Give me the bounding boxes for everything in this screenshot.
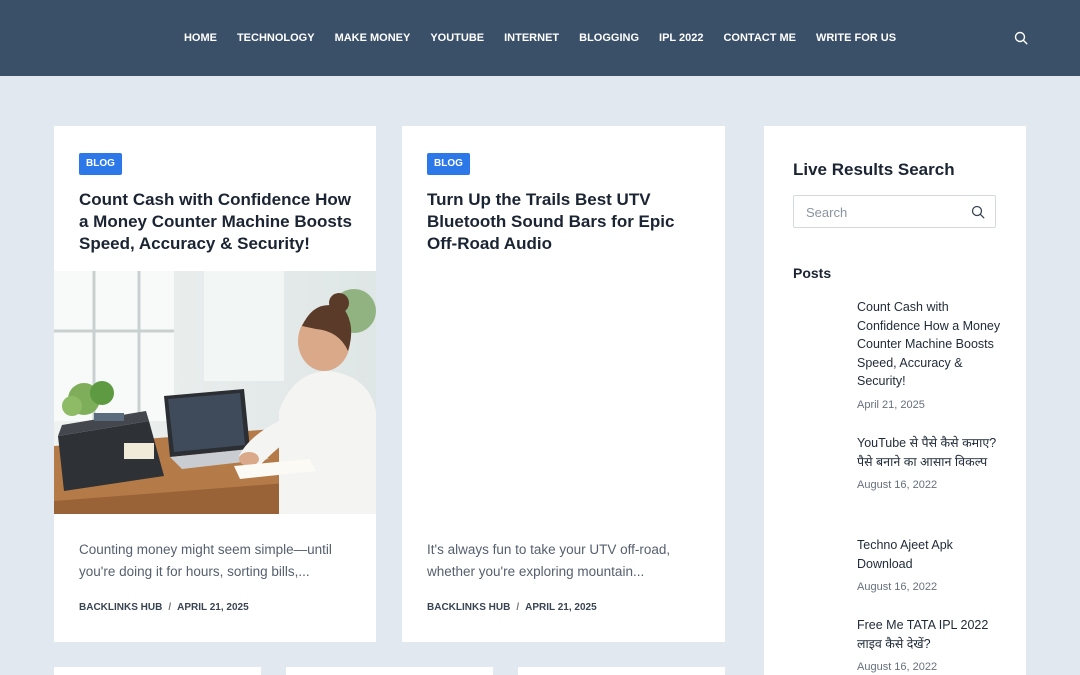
post-featured-image[interactable] [54, 271, 376, 514]
recent-post-date: August 16, 2022 [857, 479, 938, 491]
post-author[interactable]: BACKLINKS HUB [427, 602, 510, 613]
recent-post-title[interactable]: YouTube से पैसे कैसे कमाए? पैसे बनाने का… [857, 434, 1007, 471]
nav-item-internet[interactable]: INTERNET [504, 32, 559, 44]
nav-item-ipl-2022[interactable]: IPL 2022 [659, 32, 703, 44]
meta-separator: / [168, 602, 172, 613]
posts-heading: Posts [793, 265, 832, 281]
nav-item-technology[interactable]: TECHNOLOGY [237, 32, 315, 44]
post-card-peek [54, 667, 261, 675]
category-badge[interactable]: BLOG [427, 153, 470, 175]
nav-item-blogging[interactable]: BLOGGING [579, 32, 639, 44]
post-card: BLOG Count Cash with Confidence How a Mo… [54, 126, 376, 642]
search-icon[interactable] [1014, 31, 1028, 45]
nav-item-make-money[interactable]: MAKE MONEY [335, 32, 411, 44]
category-badge[interactable]: BLOG [79, 153, 122, 175]
list-item: YouTube से पैसे कैसे कमाए? पैसे बनाने का… [857, 434, 1007, 491]
post-card-peek [518, 667, 725, 675]
post-date: APRIL 21, 2025 [525, 602, 597, 613]
nav-item-home[interactable]: HOME [184, 32, 217, 44]
sidebar-search-box [793, 195, 996, 228]
post-author[interactable]: BACKLINKS HUB [79, 602, 162, 613]
search-input[interactable] [806, 203, 966, 221]
list-item: Free Me TATA IPL 2022 लाइव कैसे देखें? A… [857, 616, 1007, 673]
search-icon[interactable] [971, 205, 985, 219]
post-card: BLOG Turn Up the Trails Best UTV Bluetoo… [402, 126, 725, 642]
main-nav: HOME TECHNOLOGY MAKE MONEY YOUTUBE INTER… [0, 0, 1080, 76]
list-item: Count Cash with Confidence How a Money C… [857, 298, 1007, 411]
post-title[interactable]: Count Cash with Confidence How a Money C… [79, 189, 359, 255]
recent-post-date: August 16, 2022 [857, 661, 938, 673]
nav-item-youtube[interactable]: YOUTUBE [430, 32, 484, 44]
recent-post-title[interactable]: Techno Ajeet Apk Download [857, 536, 1007, 573]
post-title[interactable]: Turn Up the Trails Best UTV Bluetooth So… [427, 189, 707, 255]
recent-post-title[interactable]: Count Cash with Confidence How a Money C… [857, 298, 1007, 391]
site-header: HOME TECHNOLOGY MAKE MONEY YOUTUBE INTER… [0, 0, 1080, 76]
post-date: APRIL 21, 2025 [177, 602, 249, 613]
nav-item-write-for-us[interactable]: WRITE FOR US [816, 32, 896, 44]
sidebar: Live Results Search Posts Count Cash wit… [764, 126, 1026, 675]
sidebar-heading: Live Results Search [793, 160, 955, 179]
post-meta: BACKLINKS HUB / APRIL 21, 2025 [79, 602, 249, 613]
post-excerpt: Counting money might seem simple—until y… [79, 542, 332, 579]
recent-post-date: April 21, 2025 [857, 398, 925, 411]
recent-post-date: August 16, 2022 [857, 581, 938, 593]
recent-post-title[interactable]: Free Me TATA IPL 2022 लाइव कैसे देखें? [857, 616, 1007, 653]
post-meta: BACKLINKS HUB / APRIL 21, 2025 [427, 602, 597, 613]
list-item: Techno Ajeet Apk Download August 16, 202… [857, 536, 1007, 593]
meta-separator: / [516, 602, 520, 613]
post-card-peek [286, 667, 493, 675]
post-excerpt: It's always fun to take your UTV off-roa… [427, 542, 671, 579]
nav-item-contact-me[interactable]: CONTACT ME [723, 32, 796, 44]
